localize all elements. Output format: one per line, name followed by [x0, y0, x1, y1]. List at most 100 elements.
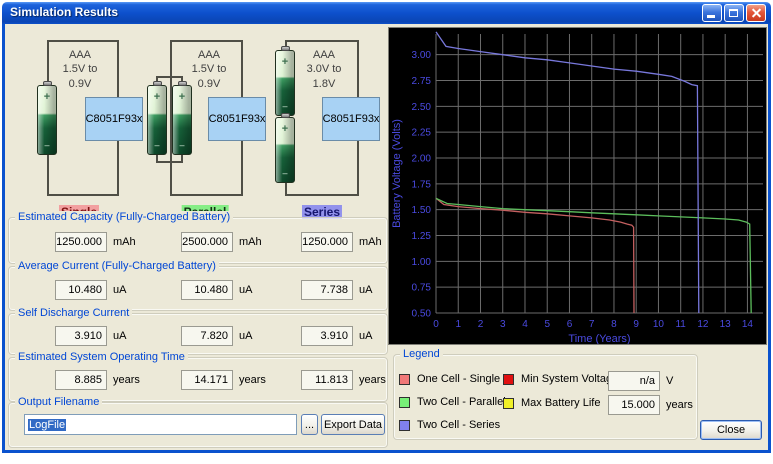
capacity-single-field: 1250.000	[55, 232, 107, 252]
optime-parallel-field: 14.171	[181, 370, 233, 390]
min-system-voltage-field: n/a	[608, 371, 660, 391]
simulation-results-dialog: Simulation Results AAA 1.5V to 0.9V +– C…	[2, 2, 771, 453]
svg-text:6: 6	[567, 319, 573, 330]
unit-label: mAh	[113, 232, 136, 252]
unit-label: V	[666, 371, 673, 391]
legend-item-label: Two Cell - Parallel	[417, 396, 506, 408]
capacity-parallel-field: 2500.000	[181, 232, 233, 252]
unit-label: uA	[239, 280, 252, 300]
legend-swatch-single	[399, 374, 410, 385]
mcu-chip-series: C8051F93x	[322, 97, 380, 141]
battery-terminal	[178, 81, 187, 86]
filename-selected-text: LogFile	[28, 419, 66, 431]
unit-label: uA	[113, 326, 126, 346]
discharge-single-field: 3.910	[55, 326, 107, 346]
group-output-filename: Output Filename LogFile ... Export Data	[8, 402, 388, 448]
window-border	[768, 24, 771, 453]
current-series-field: 7.738	[301, 280, 353, 300]
svg-text:2.00: 2.00	[412, 154, 432, 165]
legend-swatch-parallel	[399, 397, 410, 408]
svg-text:2.25: 2.25	[412, 128, 432, 139]
svg-text:1: 1	[455, 319, 461, 330]
svg-text:3: 3	[500, 319, 506, 330]
unit-label: years	[239, 370, 266, 390]
minimize-button[interactable]	[702, 4, 722, 22]
svg-text:4: 4	[522, 319, 528, 330]
legend-param-label: Min System Voltage	[521, 373, 618, 385]
group-self-discharge: Self Discharge Current 3.910 uA 7.820 uA…	[8, 313, 388, 355]
svg-text:12: 12	[697, 319, 709, 330]
svg-text:0.50: 0.50	[412, 309, 432, 320]
battery-spec-parallel: AAA 1.5V to 0.9V	[192, 48, 227, 91]
battery-voltage-chart: 012345678910111213140.500.751.001.251.50…	[389, 28, 766, 344]
svg-text:1.50: 1.50	[412, 205, 432, 216]
unit-label: years	[113, 370, 140, 390]
optime-single-field: 8.885	[55, 370, 107, 390]
screen: Simulation Results AAA 1.5V to 0.9V +– C…	[0, 0, 773, 464]
group-estimated-capacity: Estimated Capacity (Fully-Charged Batter…	[8, 217, 388, 264]
window-title: Simulation Results	[10, 5, 118, 19]
group-title: Output Filename	[15, 396, 102, 408]
svg-text:7: 7	[589, 319, 595, 330]
svg-text:0.75: 0.75	[412, 283, 432, 294]
battery-cell: +–	[147, 85, 167, 155]
battery-cell: +–	[172, 85, 192, 155]
legend-swatch-min-voltage	[503, 374, 514, 385]
svg-text:2.75: 2.75	[412, 76, 432, 87]
capacity-series-field: 1250.000	[301, 232, 353, 252]
discharge-parallel-field: 7.820	[181, 326, 233, 346]
chart-panel: 012345678910111213140.500.751.001.251.50…	[388, 27, 767, 345]
svg-text:0: 0	[433, 319, 439, 330]
svg-text:9: 9	[633, 319, 639, 330]
unit-label: mAh	[359, 232, 382, 252]
group-average-current: Average Current (Fully-Charged Battery) …	[8, 266, 388, 311]
legend-item-label: Two Cell - Series	[417, 419, 500, 431]
legend-item-label: One Cell - Single	[417, 373, 500, 385]
unit-label: mAh	[239, 232, 262, 252]
svg-text:1.00: 1.00	[412, 257, 432, 268]
battery-cell: +–	[37, 85, 57, 155]
maximize-button[interactable]	[724, 4, 744, 22]
mcu-chip-single: C8051F93x	[85, 97, 143, 141]
current-single-field: 10.480	[55, 280, 107, 300]
battery-terminal	[281, 113, 290, 118]
legend-title: Legend	[400, 348, 443, 360]
close-window-button[interactable]	[746, 4, 766, 22]
unit-label: uA	[359, 280, 372, 300]
svg-text:5: 5	[544, 319, 550, 330]
browse-button[interactable]: ...	[301, 414, 318, 435]
svg-text:2.50: 2.50	[412, 102, 432, 113]
window-border	[2, 24, 5, 453]
svg-text:14: 14	[742, 319, 754, 330]
unit-label: uA	[239, 326, 252, 346]
current-parallel-field: 10.480	[181, 280, 233, 300]
optime-series-field: 11.813	[301, 370, 353, 390]
group-title: Estimated System Operating Time	[15, 351, 188, 363]
group-title: Average Current (Fully-Charged Battery)	[15, 260, 219, 272]
svg-text:13: 13	[720, 319, 732, 330]
battery-spec-single: AAA 1.5V to 0.9V	[63, 48, 98, 91]
group-title: Self Discharge Current	[15, 307, 132, 319]
unit-label: uA	[359, 326, 372, 346]
maximize-icon	[729, 9, 738, 17]
battery-terminal	[43, 81, 52, 86]
battery-terminal	[281, 46, 290, 51]
legend-group: Legend One Cell - Single Two Cell - Para…	[393, 354, 698, 440]
svg-text:11: 11	[675, 319, 686, 330]
battery-spec-series: AAA 3.0V to 1.8V	[307, 48, 342, 91]
svg-text:8: 8	[611, 319, 617, 330]
mcu-chip-parallel: C8051F93x	[208, 97, 266, 141]
unit-label: years	[666, 395, 693, 415]
battery-terminal	[153, 81, 162, 86]
close-button[interactable]: Close	[700, 420, 762, 440]
svg-text:1.25: 1.25	[412, 231, 432, 242]
filename-input[interactable]: LogFile	[24, 414, 297, 435]
titlebar[interactable]: Simulation Results	[2, 2, 771, 24]
svg-text:3.00: 3.00	[412, 50, 432, 61]
svg-text:2: 2	[478, 319, 484, 330]
unit-label: uA	[113, 280, 126, 300]
legend-swatch-series	[399, 420, 410, 431]
window-border	[2, 450, 771, 453]
export-data-button[interactable]: Export Data	[321, 414, 385, 435]
group-title: Estimated Capacity (Fully-Charged Batter…	[15, 211, 233, 223]
